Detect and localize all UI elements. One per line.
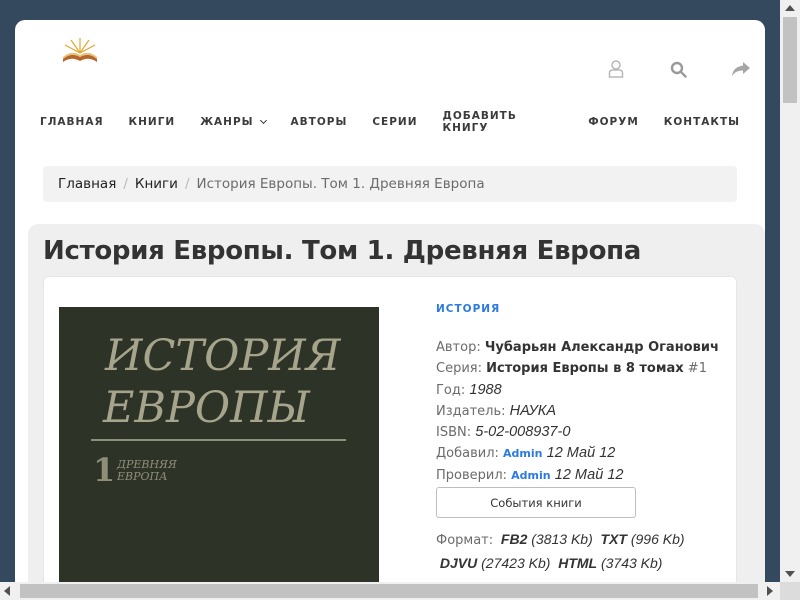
nav-authors-label: АВТОРЫ bbox=[290, 116, 348, 128]
series-number: #1 bbox=[687, 361, 707, 377]
nav-forum[interactable]: ФОРУМ bbox=[588, 110, 639, 134]
breadcrumb-current: История Европы. Том 1. Древняя Европа bbox=[196, 176, 485, 192]
series-row: Серия: История Европы в 8 томах #1 bbox=[436, 358, 726, 379]
cover-subtitle-line2: ЕВРОПА bbox=[117, 470, 168, 483]
book-cover-image[interactable]: ИСТОРИЯ ЕВРОПЫ 1 ДРЕВНЯЯ ЕВРОПА bbox=[59, 307, 379, 582]
user-icon[interactable] bbox=[605, 58, 627, 80]
scroll-left-arrow-icon[interactable] bbox=[4, 586, 10, 596]
nav-contacts-label: КОНТАКТЫ bbox=[663, 116, 740, 128]
nav-books-label: КНИГИ bbox=[128, 116, 176, 128]
format-txt-size: (996 Kb) bbox=[630, 531, 685, 548]
publisher-label: Издатель: bbox=[436, 403, 506, 419]
cover-title-line1: ИСТОРИЯ bbox=[105, 331, 341, 381]
nav-forum-label: ФОРУМ bbox=[588, 116, 639, 128]
nav-books[interactable]: КНИГИ bbox=[129, 110, 176, 134]
book-info: ИСТОРИЯ Автор: Чубарьян Александр Оганов… bbox=[436, 303, 726, 574]
page-body: Главная / Книги / История Европы. Том 1.… bbox=[15, 146, 765, 596]
chevron-down-icon bbox=[259, 116, 267, 125]
breadcrumb-books[interactable]: Книги bbox=[135, 176, 178, 192]
year-value: 1988 bbox=[469, 381, 502, 398]
format-html-link[interactable]: HTML bbox=[558, 555, 597, 571]
formats-list: Формат: FB2 (3813 Kb) TXT (996 Kb) DJVU … bbox=[436, 528, 726, 574]
format-djvu-link[interactable]: DJVU bbox=[440, 555, 477, 571]
added-by-link[interactable]: Admin bbox=[503, 447, 542, 460]
cover-subtitle: ДРЕВНЯЯ ЕВРОПА bbox=[117, 459, 177, 483]
format-djvu-size: (27423 Kb) bbox=[481, 555, 551, 572]
search-icon[interactable] bbox=[667, 58, 689, 80]
nav-add-book-label: ДОБАВИТЬ КНИГУ bbox=[442, 110, 517, 134]
publisher-row: Издатель: НАУКА bbox=[436, 401, 726, 422]
book-events-button[interactable]: События книги bbox=[436, 487, 636, 519]
author-link[interactable]: Чубарьян Александр Оганович bbox=[485, 340, 719, 355]
format-html-size: (3743 Kb) bbox=[600, 555, 663, 572]
book-section: История Европы. Том 1. Древняя Европа ИС… bbox=[28, 224, 765, 596]
added-date: 12 Май 12 bbox=[546, 445, 616, 462]
cover-title-line2: ЕВРОПЫ bbox=[103, 383, 310, 433]
formats-label: Формат: bbox=[436, 533, 494, 549]
added-label: Добавил: bbox=[436, 446, 499, 462]
nav-contacts[interactable]: КОНТАКТЫ bbox=[664, 110, 740, 134]
nav-home-label: ГЛАВНАЯ bbox=[40, 116, 104, 128]
isbn-value: 5-02-008937-0 bbox=[475, 424, 571, 441]
series-link[interactable]: История Европы в 8 томах bbox=[486, 361, 684, 376]
nav-authors[interactable]: АВТОРЫ bbox=[291, 110, 348, 134]
series-label: Серия: bbox=[436, 361, 482, 377]
scrollbar-corner bbox=[780, 582, 800, 600]
breadcrumb-home[interactable]: Главная bbox=[58, 176, 116, 192]
scroll-right-arrow-icon[interactable] bbox=[767, 586, 773, 596]
format-fb2-link[interactable]: FB2 bbox=[501, 531, 527, 547]
format-fb2-size: (3813 Kb) bbox=[531, 531, 593, 548]
nav-series[interactable]: СЕРИИ bbox=[372, 110, 417, 134]
author-label: Автор: bbox=[436, 340, 481, 355]
breadcrumb-separator: / bbox=[123, 176, 128, 192]
genre-link[interactable]: ИСТОРИЯ bbox=[436, 303, 726, 315]
breadcrumb: Главная / Книги / История Европы. Том 1.… bbox=[43, 166, 737, 202]
site-logo[interactable] bbox=[55, 35, 105, 65]
site-header: ГЛАВНАЯ КНИГИ ЖАНРЫ АВТОРЫ СЕРИИ ДОБАВИТ… bbox=[15, 20, 765, 146]
cover-divider bbox=[91, 439, 346, 441]
isbn-row: ISBN: 5-02-008937-0 bbox=[436, 422, 726, 443]
publisher-value: НАУКА bbox=[509, 402, 556, 419]
year-label: Год: bbox=[436, 382, 466, 398]
breadcrumb-separator: / bbox=[184, 176, 190, 192]
checked-date: 12 Май 12 bbox=[554, 466, 624, 483]
vertical-scroll-thumb[interactable] bbox=[783, 17, 797, 103]
page-title: История Европы. Том 1. Древняя Европа bbox=[43, 236, 642, 266]
isbn-label: ISBN: bbox=[436, 425, 472, 441]
checked-row: Проверил: Admin 12 Май 12 bbox=[436, 465, 726, 486]
nav-genres-label: ЖАНРЫ bbox=[200, 116, 254, 128]
scroll-up-arrow-icon[interactable] bbox=[785, 5, 795, 11]
author-row: Автор: Чубарьян Александр Оганович bbox=[436, 337, 726, 358]
nav-series-label: СЕРИИ bbox=[372, 116, 418, 128]
nav-genres[interactable]: ЖАНРЫ bbox=[200, 110, 267, 134]
vertical-scrollbar[interactable] bbox=[780, 0, 800, 582]
horizontal-scroll-thumb[interactable] bbox=[20, 584, 758, 598]
nav-home[interactable]: ГЛАВНАЯ bbox=[40, 110, 104, 134]
scroll-down-arrow-icon[interactable] bbox=[785, 571, 795, 577]
book-card: ИСТОРИЯ ЕВРОПЫ 1 ДРЕВНЯЯ ЕВРОПА ИСТОРИЯ … bbox=[43, 276, 737, 596]
checked-by-link[interactable]: Admin bbox=[511, 469, 550, 482]
nav-add-book[interactable]: ДОБАВИТЬ КНИГУ bbox=[442, 110, 563, 134]
format-txt-link[interactable]: TXT bbox=[601, 531, 627, 547]
main-nav: ГЛАВНАЯ КНИГИ ЖАНРЫ АВТОРЫ СЕРИИ ДОБАВИТ… bbox=[40, 110, 765, 134]
added-row: Добавил: Admin 12 Май 12 bbox=[436, 443, 726, 464]
horizontal-scrollbar[interactable] bbox=[0, 582, 780, 600]
cover-volume-number: 1 bbox=[93, 451, 116, 489]
year-row: Год: 1988 bbox=[436, 380, 726, 401]
checked-label: Проверил: bbox=[436, 467, 508, 483]
share-icon[interactable] bbox=[730, 58, 752, 80]
